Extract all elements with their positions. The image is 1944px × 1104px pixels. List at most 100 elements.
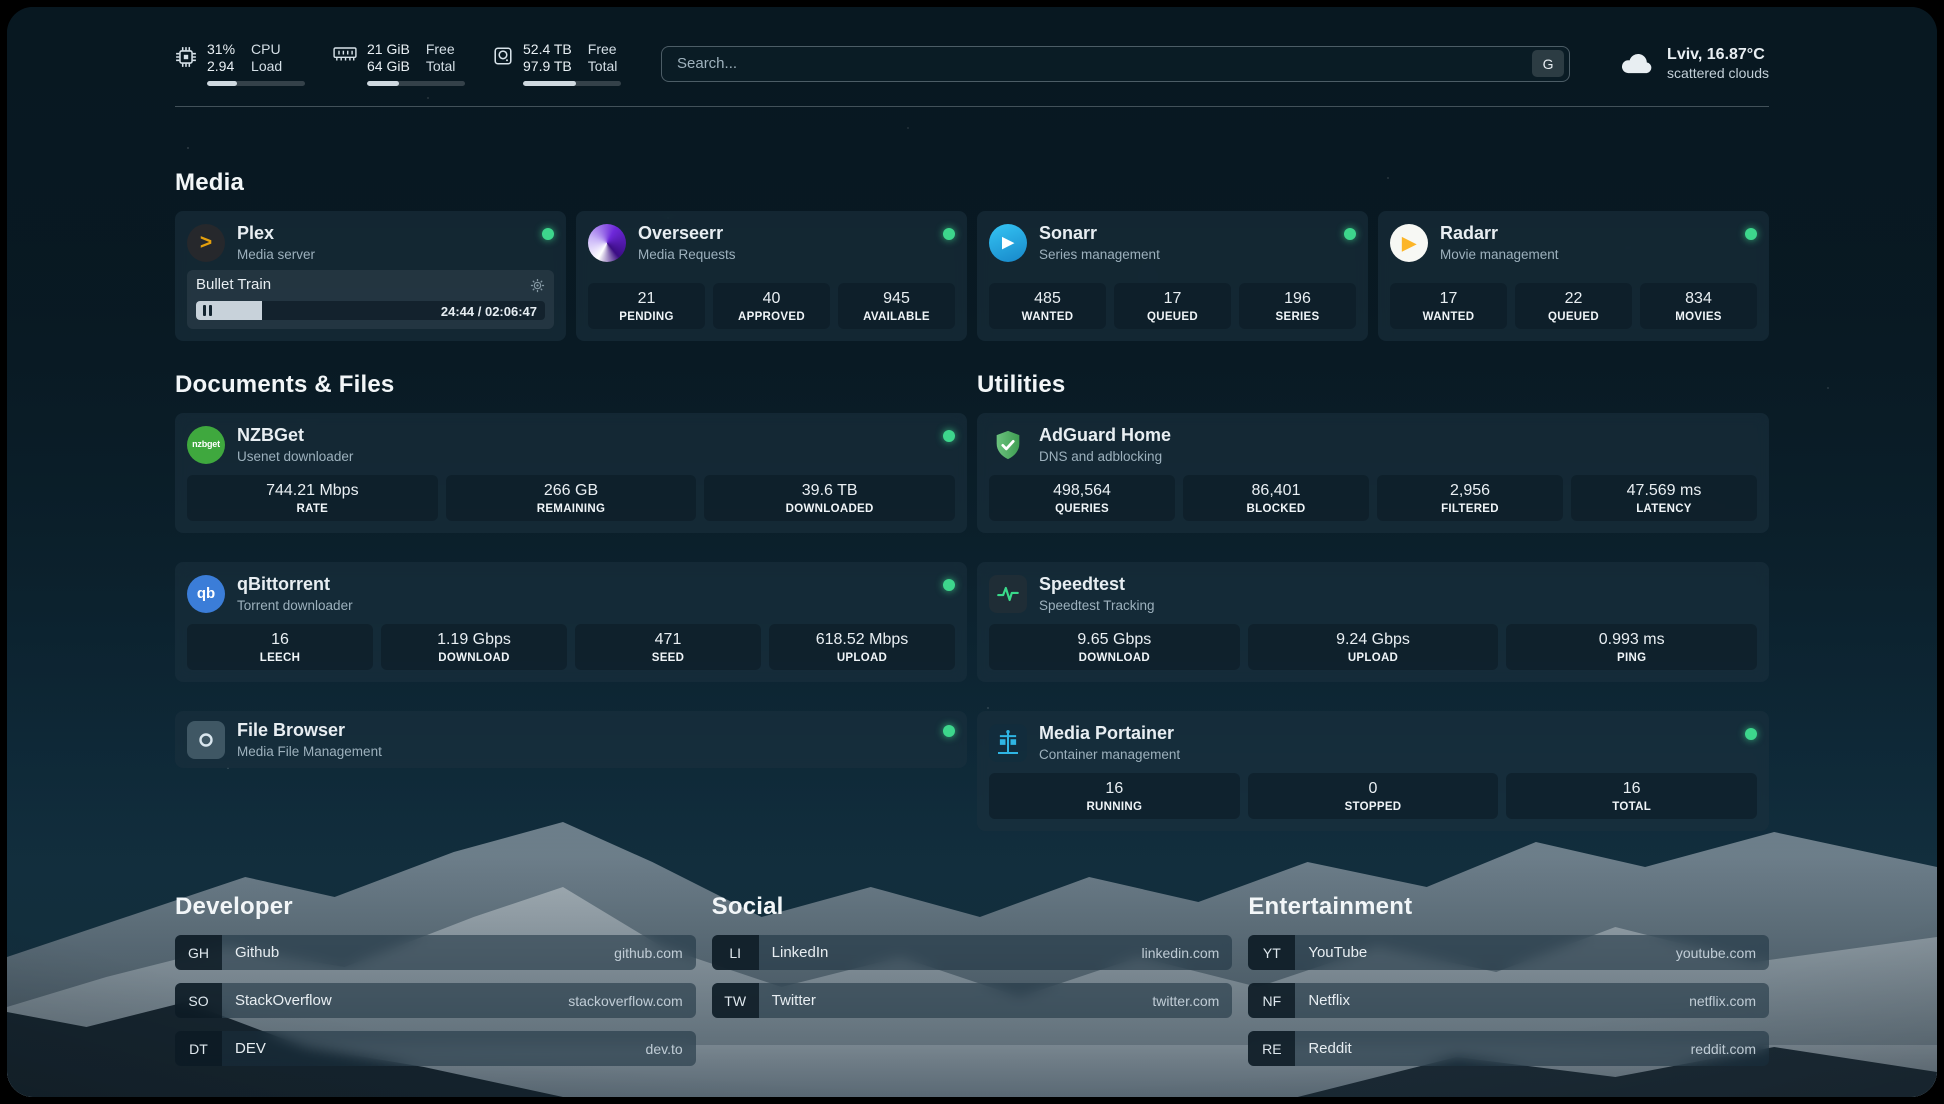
bookmark-linkedin[interactable]: LI LinkedIn linkedin.com <box>712 935 1233 970</box>
service-card-sonarr[interactable]: ▶ Sonarr Series management 485 WANTED <box>977 211 1368 341</box>
disk-progress-bar <box>523 81 621 86</box>
service-name: qBittorrent <box>237 574 353 595</box>
service-card-speedtest[interactable]: Speedtest Speedtest Tracking 9.65 Gbps D… <box>977 562 1769 682</box>
memory-total-value: 64 GiB <box>367 58 410 75</box>
cpu-usage-value: 31% <box>207 41 235 58</box>
stat-available: 945 AVAILABLE <box>838 283 955 329</box>
service-card-overseerr[interactable]: Overseerr Media Requests 21 PENDING <box>576 211 967 341</box>
bookmark-abbr: YT <box>1248 935 1295 970</box>
stat-remaining: 266 GB REMAINING <box>446 475 697 521</box>
stat-download: 9.65 Gbps DOWNLOAD <box>989 624 1240 670</box>
service-name: Sonarr <box>1039 223 1160 244</box>
bookmark-dev[interactable]: DT DEV dev.to <box>175 1031 696 1066</box>
gear-icon[interactable] <box>530 278 545 293</box>
disk-total-label: Total <box>588 58 618 75</box>
memory-widget: 21 GiB 64 GiB Free Total <box>333 41 465 86</box>
now-playing-title: Bullet Train <box>196 277 271 293</box>
filebrowser-icon <box>187 721 225 759</box>
bookmark-github[interactable]: GH Github github.com <box>175 935 696 970</box>
disk-readout: 52.4 TB 97.9 TB Free Total <box>523 41 621 86</box>
service-card-adguard[interactable]: AdGuard Home DNS and adblocking 498,564 … <box>977 413 1769 533</box>
plex-now-playing: Bullet Train <box>187 270 554 329</box>
disk-widget: 52.4 TB 97.9 TB Free Total <box>493 41 621 86</box>
stat-stopped: 0 STOPPED <box>1248 773 1499 819</box>
service-card-radarr[interactable]: ▶ Radarr Movie management 17 WANTED <box>1378 211 1769 341</box>
section-title-developer: Developer <box>175 893 696 921</box>
bookmark-netflix[interactable]: NF Netflix netflix.com <box>1248 983 1769 1018</box>
bookmark-name: LinkedIn <box>759 935 829 970</box>
nzbget-icon: nzbget <box>187 426 225 464</box>
stat-series: 196 SERIES <box>1239 283 1356 329</box>
weather-location: Lviv, 16.87°C <box>1667 45 1769 64</box>
bookmark-url: netflix.com <box>1689 983 1769 1018</box>
status-dot <box>1344 228 1356 240</box>
bookmark-twitter[interactable]: TW Twitter twitter.com <box>712 983 1233 1018</box>
service-card-filebrowser[interactable]: File Browser Media File Management <box>175 711 967 768</box>
section-title-documents: Documents & Files <box>175 371 967 399</box>
service-subtitle: DNS and adblocking <box>1039 449 1171 464</box>
stat-running: 16 RUNNING <box>989 773 1240 819</box>
bookmark-abbr: LI <box>712 935 759 970</box>
service-subtitle: Media Requests <box>638 247 736 262</box>
cpu-progress-bar <box>207 81 305 86</box>
stat-upload: 9.24 Gbps UPLOAD <box>1248 624 1499 670</box>
service-name: File Browser <box>237 720 382 741</box>
disk-total-value: 97.9 TB <box>523 58 572 75</box>
section-title-entertainment: Entertainment <box>1248 893 1769 921</box>
playback-time: 24:44 / 02:06:47 <box>441 304 537 319</box>
bookmark-abbr: SO <box>175 983 222 1018</box>
overseerr-icon <box>588 224 626 262</box>
bookmark-youtube[interactable]: YT YouTube youtube.com <box>1248 935 1769 970</box>
pause-icon[interactable] <box>203 305 212 316</box>
bookmark-url: youtube.com <box>1676 935 1769 970</box>
search-input[interactable] <box>675 54 1532 73</box>
bookmark-abbr: DT <box>175 1031 222 1066</box>
service-card-nzbget[interactable]: nzbget NZBGet Usenet downloader 744.21 M… <box>175 413 967 533</box>
stat-queued: 22 QUEUED <box>1515 283 1632 329</box>
section-title-utilities: Utilities <box>977 371 1769 399</box>
stat-download: 1.19 Gbps DOWNLOAD <box>381 624 567 670</box>
cpu-load-label: Load <box>251 58 282 75</box>
bookmark-abbr: RE <box>1248 1031 1295 1066</box>
service-name: Media Portainer <box>1039 723 1180 744</box>
cpu-widget: 31% 2.94 CPU Load <box>175 41 305 86</box>
stat-movies: 834 MOVIES <box>1640 283 1757 329</box>
memory-free-value: 21 GiB <box>367 41 410 58</box>
service-subtitle: Torrent downloader <box>237 598 353 613</box>
cpu-load-value: 2.94 <box>207 58 235 75</box>
bookmark-name: DEV <box>222 1031 266 1066</box>
service-name: Overseerr <box>638 223 736 244</box>
dashboard-screen: 31% 2.94 CPU Load <box>0 0 1944 1104</box>
header-divider <box>175 106 1769 107</box>
status-dot <box>542 228 554 240</box>
playback-progress[interactable]: 24:44 / 02:06:47 <box>196 301 545 320</box>
status-dot <box>1745 228 1757 240</box>
service-name: AdGuard Home <box>1039 425 1171 446</box>
bookmark-stackoverflow[interactable]: SO StackOverflow stackoverflow.com <box>175 983 696 1018</box>
portainer-icon <box>989 724 1027 762</box>
disk-icon <box>493 46 513 66</box>
weather-widget: Lviv, 16.87°C scattered clouds <box>1618 45 1769 83</box>
service-card-qbittorrent[interactable]: qb qBittorrent Torrent downloader 16 LEE… <box>175 562 967 682</box>
search-bar[interactable]: G <box>661 46 1570 82</box>
section-title-media: Media <box>175 169 1769 197</box>
speedtest-icon <box>989 575 1027 613</box>
top-bar: 31% 2.94 CPU Load <box>175 7 1769 86</box>
bookmark-reddit[interactable]: RE Reddit reddit.com <box>1248 1031 1769 1066</box>
dashboard-content: 31% 2.94 CPU Load <box>7 7 1937 1097</box>
stat-queued: 17 QUEUED <box>1114 283 1231 329</box>
bookmark-name: StackOverflow <box>222 983 332 1018</box>
service-subtitle: Series management <box>1039 247 1160 262</box>
service-subtitle: Speedtest Tracking <box>1039 598 1155 613</box>
qbittorrent-icon: qb <box>187 575 225 613</box>
search-provider-button[interactable]: G <box>1532 50 1564 77</box>
service-card-plex[interactable]: > Plex Media server Bullet Train <box>175 211 566 341</box>
stat-ping: 0.993 ms PING <box>1506 624 1757 670</box>
stat-seed: 471 SEED <box>575 624 761 670</box>
section-utilities: Utilities <box>977 371 1769 831</box>
bookmark-url: dev.to <box>646 1031 696 1066</box>
bookmark-name: YouTube <box>1295 935 1367 970</box>
resource-widgets: 31% 2.94 CPU Load <box>175 41 649 86</box>
service-card-portainer[interactable]: Media Portainer Container management 16 … <box>977 711 1769 831</box>
cpu-icon <box>175 46 197 68</box>
